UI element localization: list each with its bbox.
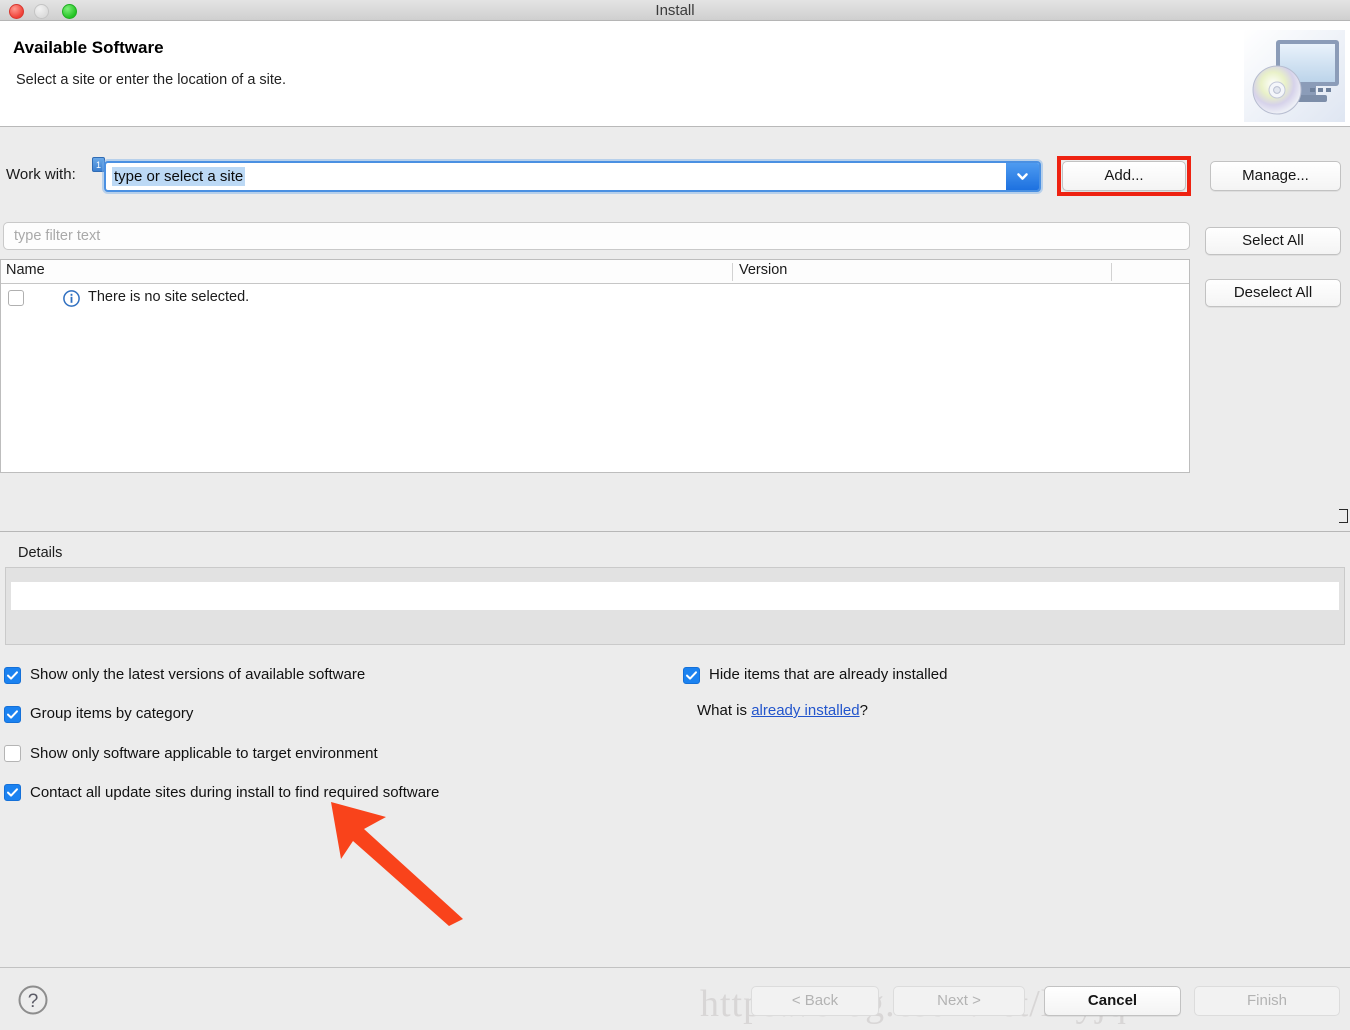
window-title: Install [655,2,695,19]
red-arrow-annotation [320,795,480,927]
svg-text:?: ? [28,991,39,1012]
table-header-row: Name Version [1,260,1189,284]
back-button[interactable]: < Back [751,986,879,1016]
label-show-latest-versions[interactable]: Show only the latest versions of availab… [30,666,365,683]
label-applicable-to-target-environment[interactable]: Show only software applicable to target … [30,745,378,762]
row-checkbox[interactable] [8,290,24,306]
label-group-by-category[interactable]: Group items by category [30,705,193,722]
manage-button[interactable]: Manage... [1210,161,1341,191]
resize-grip-icon[interactable] [1339,509,1348,523]
title-bar: Install [0,0,1350,21]
software-table: Name Version There is no site selected. [0,259,1190,473]
column-header-name[interactable]: Name [6,262,45,278]
work-with-input-text[interactable]: type or select a site [112,167,246,186]
dialog-header: Available Software Select a site or ente… [0,21,1350,127]
checkbox-hide-already-installed[interactable] [683,667,700,684]
details-label: Details [18,545,63,561]
select-all-button[interactable]: Select All [1205,227,1341,255]
checkbox-group-by-category[interactable] [4,706,21,723]
filter-input[interactable]: type filter text [3,222,1190,250]
checkbox-show-latest-versions[interactable] [4,667,21,684]
details-separator [0,531,1350,532]
page-subtitle: Select a site or enter the location of a… [16,72,287,88]
details-panel [5,567,1345,645]
add-button-highlight-annotation [1057,156,1191,196]
what-is-suffix: ? [859,702,868,719]
work-with-combo[interactable]: type or select a site [104,161,1041,192]
filter-placeholder: type filter text [14,228,101,244]
help-button[interactable]: ? [17,984,49,1016]
page-title: Available Software [13,38,164,57]
table-row[interactable]: There is no site selected. [1,284,1189,314]
finish-button[interactable]: Finish [1194,986,1340,1016]
what-is-prefix: What is [697,702,752,719]
details-field[interactable] [11,582,1339,610]
column-divider[interactable] [1111,263,1112,281]
deselect-all-button[interactable]: Deselect All [1205,279,1341,307]
work-with-label: Work with: [6,166,76,183]
footer-separator [0,967,1350,968]
info-icon [63,290,80,307]
next-button[interactable]: Next > [893,986,1025,1016]
checkbox-contact-all-update-sites[interactable] [4,784,21,801]
install-monitor-disc-icon [1244,30,1345,122]
checkbox-applicable-to-target-environment[interactable] [4,745,21,762]
what-is-already-installed: What is already installed? [697,702,868,719]
already-installed-link[interactable]: already installed [751,702,859,719]
column-divider[interactable] [732,263,733,281]
row-name-cell: There is no site selected. [88,289,250,305]
column-header-version[interactable]: Version [739,262,787,278]
cancel-button[interactable]: Cancel [1044,986,1181,1016]
label-hide-already-installed[interactable]: Hide items that are already installed [709,666,947,683]
label-contact-all-update-sites[interactable]: Contact all update sites during install … [30,784,439,801]
chevron-down-icon[interactable] [1006,163,1039,190]
